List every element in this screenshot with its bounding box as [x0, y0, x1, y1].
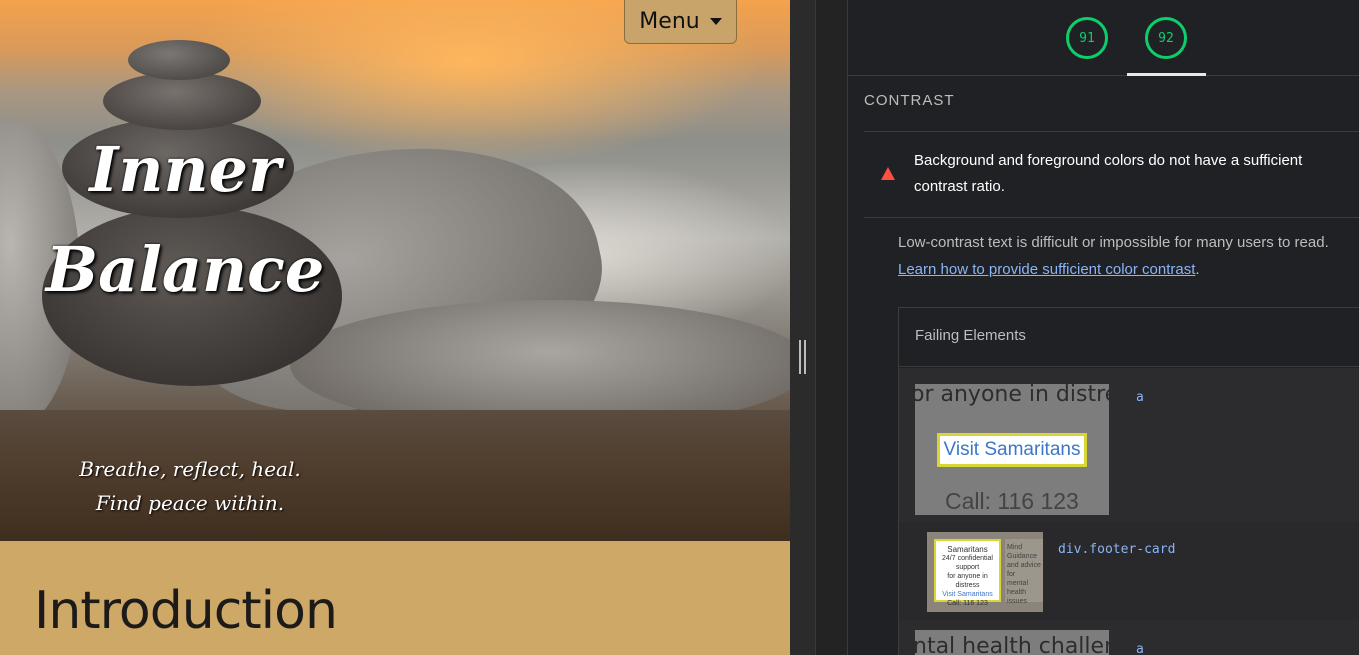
hero-section: Inner Balance Breathe, reflect, heal. Fi… [0, 0, 790, 541]
devtools-splitter[interactable] [790, 0, 816, 655]
audit-description: Low-contrast text is difficult or imposs… [898, 234, 1329, 278]
tagline-line2: Find peace within. [95, 491, 285, 515]
failing-element-row[interactable]: ntal health challen a [899, 620, 1359, 655]
audit-title: Background and foreground colors do not … [914, 152, 1303, 195]
resize-grip-icon[interactable] [797, 340, 807, 374]
website-viewport: Inner Balance Breathe, reflect, heal. Fi… [0, 0, 790, 655]
card-call: Call: 116 123 [947, 600, 988, 607]
card-line: mental health issues [1007, 580, 1029, 605]
element-selector[interactable]: a [1136, 390, 1144, 405]
element-selector[interactable]: div.footer-card [1058, 542, 1175, 557]
tagline-line1: Breathe, reflect, heal. [79, 457, 301, 481]
score-gauge-1[interactable]: 91 [1066, 17, 1108, 59]
menu-label: Menu [639, 8, 700, 34]
stone-top [128, 40, 230, 80]
hero-title-line2: Balance [45, 233, 325, 306]
thumb-text: ntal health challen [915, 634, 1109, 655]
card-line: 24/7 confidential support [942, 555, 993, 571]
caret-down-icon [709, 17, 722, 25]
active-tab-indicator [1127, 73, 1206, 76]
thumb-button: Visit Samaritans [937, 433, 1087, 467]
failing-elements-table: Failing Elements or anyone in distres Vi… [898, 307, 1359, 655]
failing-element-row[interactable]: or anyone in distres Visit Samaritans Ca… [899, 368, 1359, 522]
card-title: Samaritans [947, 545, 988, 554]
card-line: Guidance and advice for [1007, 553, 1041, 578]
thumb-text: or anyone in distres [915, 384, 1109, 407]
element-selector[interactable]: a [1136, 642, 1144, 655]
hero-title-line1: Inner [89, 133, 281, 206]
intro-section: Introduction [0, 541, 790, 655]
card-line: for anyone in distress [947, 573, 988, 589]
menu-button[interactable]: Menu [624, 0, 737, 44]
failing-elements-header: Failing Elements [899, 308, 1359, 367]
lighthouse-panel: 91 92 CONTRAST Background and foreground… [848, 0, 1359, 655]
element-screenshot: ntal health challen [915, 630, 1109, 655]
element-screenshot: Samaritans 24/7 confidential support for… [927, 532, 1043, 612]
section-title: CONTRAST [864, 92, 955, 109]
thumb-call: Call: 116 123 [945, 488, 1079, 514]
warning-triangle-icon [881, 167, 895, 180]
failing-element-row[interactable]: Samaritans 24/7 confidential support for… [899, 522, 1359, 620]
intro-heading: Introduction [34, 581, 338, 641]
card-title: Mind [1007, 544, 1023, 551]
score-tabs: 91 92 [848, 0, 1359, 76]
hero-tagline: Breathe, reflect, heal. Find peace withi… [40, 452, 340, 520]
thumb-card-2: Mind Guidance and advice for mental heal… [1005, 539, 1043, 605]
learn-more-link[interactable]: Learn how to provide sufficient color co… [898, 261, 1195, 278]
audit-header[interactable]: Background and foreground colors do not … [864, 132, 1359, 218]
score-gauge-2[interactable]: 92 [1145, 17, 1187, 59]
element-screenshot: or anyone in distres Visit Samaritans Ca… [915, 384, 1109, 515]
thumb-card: Samaritans 24/7 confidential support for… [934, 539, 1001, 607]
hero-title: Inner Balance [40, 120, 330, 320]
card-link: Visit Samaritans [942, 591, 993, 598]
devtools-gutter [816, 0, 848, 655]
description-text: Low-contrast text is difficult or imposs… [898, 234, 1329, 251]
